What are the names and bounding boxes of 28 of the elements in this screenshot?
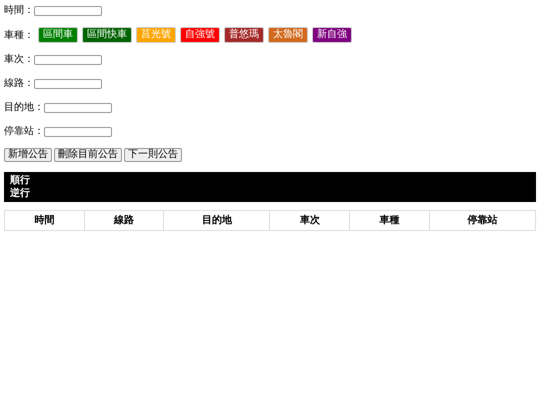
column-header: 目的地 xyxy=(164,210,270,230)
input-field[interactable] xyxy=(44,126,112,136)
direction-label[interactable]: 順行 xyxy=(10,174,530,187)
input-field[interactable] xyxy=(44,102,112,112)
direction-label[interactable]: 逆行 xyxy=(10,187,530,200)
action-button[interactable]: 新增公告 xyxy=(4,148,52,162)
column-header: 車種 xyxy=(350,210,430,230)
train-type-button[interactable]: 普悠瑪 xyxy=(224,27,264,43)
column-header: 車次 xyxy=(270,210,350,230)
field-label: 線路： xyxy=(4,77,34,91)
train-type-button[interactable]: 區間車 xyxy=(38,27,78,43)
field-label: 目的地： xyxy=(4,100,44,115)
action-button[interactable]: 刪除目前公告 xyxy=(54,148,122,162)
input-field[interactable] xyxy=(34,54,102,64)
train-type-button[interactable]: 新自強 xyxy=(312,27,352,43)
action-button[interactable]: 下一則公告 xyxy=(124,148,182,162)
input-field[interactable] xyxy=(34,78,102,88)
field-label: 車次： xyxy=(4,52,34,67)
input-field[interactable] xyxy=(34,6,102,16)
field-label: 停靠站： xyxy=(4,124,44,139)
train-type-button[interactable]: 區間快車 xyxy=(82,27,132,43)
train-type-button[interactable]: 太魯閣 xyxy=(268,27,308,43)
column-header: 停靠站 xyxy=(429,210,536,230)
train-type-button[interactable]: 自強號 xyxy=(180,27,220,43)
column-header: 線路 xyxy=(84,210,164,230)
field-label: 車種： xyxy=(4,28,34,42)
field-label: 時間： xyxy=(4,4,34,18)
column-header: 時間 xyxy=(4,210,84,230)
